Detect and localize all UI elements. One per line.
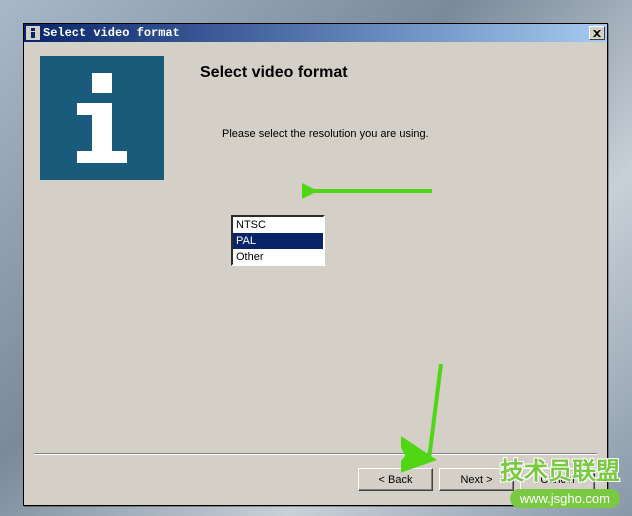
- dialog-window: Select video format Select video format …: [23, 23, 608, 506]
- format-listbox[interactable]: NTSC PAL Other: [231, 215, 325, 266]
- listbox-item-ntsc[interactable]: NTSC: [233, 217, 323, 233]
- separator: [34, 453, 597, 455]
- button-row: < Back Next > Cancel: [358, 468, 595, 491]
- info-panel: [40, 56, 164, 180]
- info-large-icon: [67, 73, 137, 163]
- info-icon: [26, 26, 40, 40]
- window-title: Select video format: [43, 26, 180, 40]
- close-icon: [593, 30, 601, 37]
- page-title: Select video format: [200, 64, 348, 82]
- cancel-button[interactable]: Cancel: [520, 468, 595, 491]
- dialog-body: Select video format Please select the re…: [24, 42, 607, 505]
- titlebar[interactable]: Select video format: [24, 24, 607, 42]
- listbox-item-other[interactable]: Other: [233, 249, 323, 265]
- back-button[interactable]: < Back: [358, 468, 433, 491]
- title-content: Select video format: [26, 26, 589, 40]
- next-button[interactable]: Next >: [439, 468, 514, 491]
- instruction-text: Please select the resolution you are usi…: [222, 128, 429, 140]
- close-button[interactable]: [589, 26, 605, 40]
- listbox-item-pal[interactable]: PAL: [233, 233, 323, 249]
